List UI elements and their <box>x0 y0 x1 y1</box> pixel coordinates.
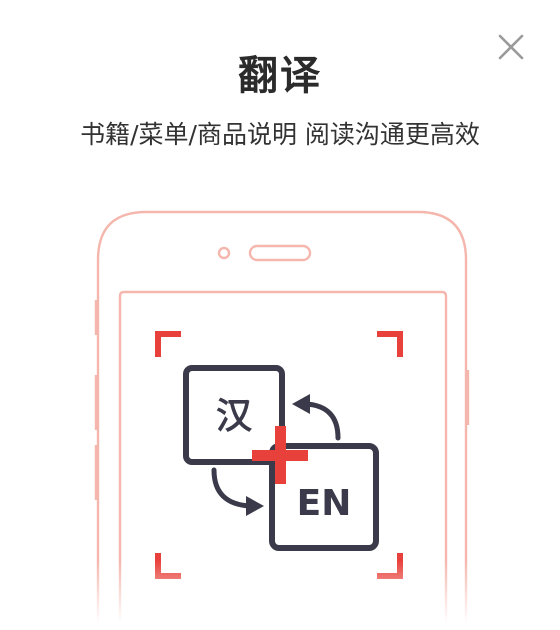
source-language-label: 汉 <box>216 396 253 437</box>
dialog-title: 翻译 <box>238 53 322 99</box>
dialog-subtitle: 书籍/菜单/商品说明 阅读沟通更高效 <box>80 120 480 149</box>
translate-feature-dialog: 翻译 书籍/菜单/商品说明 阅读沟通更高效 汉 EN <box>0 0 560 630</box>
translate-illustration: 汉 EN <box>0 200 560 630</box>
target-language-label: EN <box>297 483 352 524</box>
